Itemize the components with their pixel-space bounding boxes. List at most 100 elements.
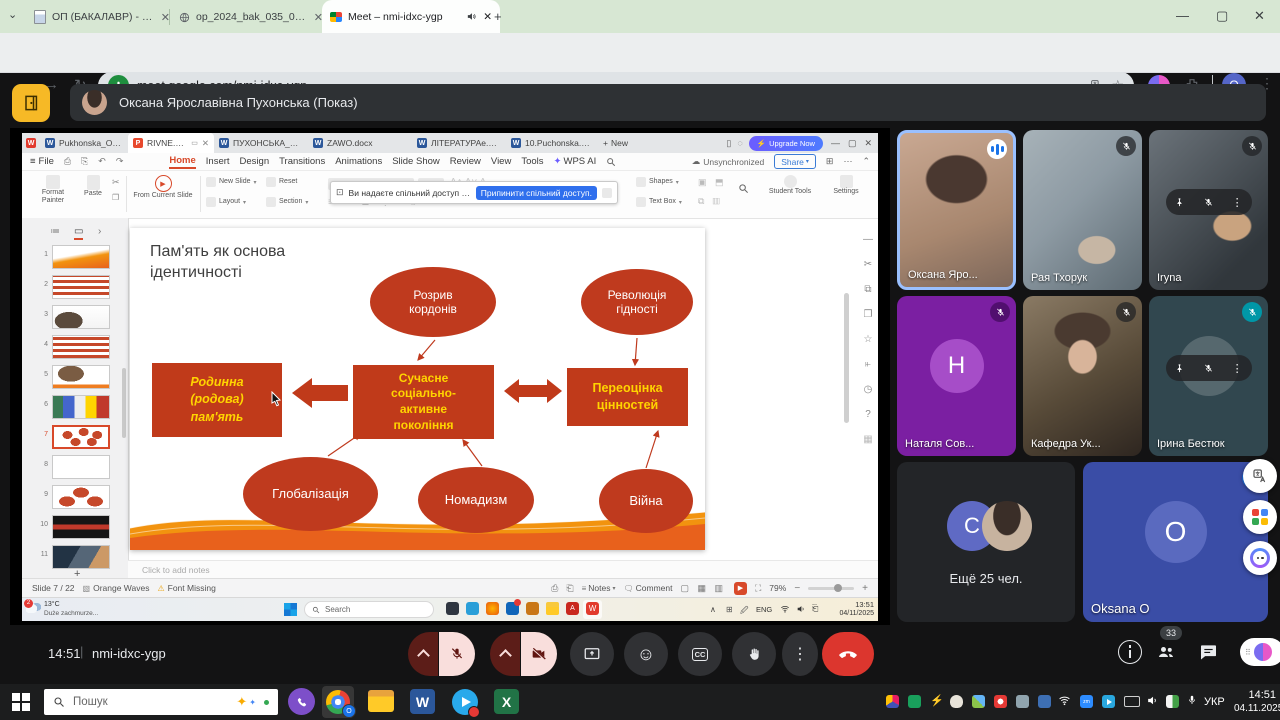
menu-review[interactable]: Review (450, 156, 481, 167)
door-exit-icon[interactable] (12, 84, 50, 122)
menu-home[interactable]: Home (169, 155, 195, 169)
font-missing-warning[interactable]: ⚠Font Missing (157, 583, 215, 593)
browser-tab-1[interactable]: ОП (БАКАЛАВР) - 2024 рік впр ✕ (28, 5, 178, 29)
history-icon[interactable]: ◷ (858, 384, 878, 395)
collapse-rail-icon[interactable]: — (858, 234, 878, 245)
float-translate-icon[interactable] (1243, 459, 1277, 493)
format-painter-button[interactable]: Format Painter (32, 175, 74, 205)
camera-options-chevron[interactable] (490, 632, 520, 676)
call-app-icon[interactable] (466, 602, 479, 615)
menu-tools[interactable]: Tools (521, 156, 543, 167)
camera-off-button[interactable] (521, 632, 557, 676)
tray-icon-green-shield[interactable] (908, 695, 921, 708)
voice-icon[interactable]: ◌ (737, 138, 742, 148)
slide-thumbnail-4[interactable] (52, 335, 110, 359)
from-current-slide-button[interactable]: ▶ From Current Slide (132, 175, 194, 200)
find-icon[interactable] (738, 183, 749, 194)
panes-icon[interactable]: ⊞ (826, 156, 834, 167)
new-document-tab[interactable]: +New (598, 133, 633, 153)
share-button[interactable]: Share▾ (774, 154, 816, 169)
animation-pane-icon[interactable]: ⧉ (858, 284, 878, 295)
slide-thumbnail-1[interactable] (52, 245, 110, 269)
mute-participant-icon[interactable] (1203, 197, 1214, 208)
tab-search-chevron-icon[interactable]: ⌄ (8, 8, 17, 21)
file-menu[interactable]: ≡File (30, 156, 54, 167)
panel-scrollbar[interactable] (122, 368, 126, 438)
doc-tab-6[interactable]: W10.Puchonska.docx (506, 133, 598, 153)
tile-oksana-o[interactable]: O Oksana O (1083, 462, 1268, 622)
tray-icon-colors[interactable] (886, 695, 899, 708)
window-close-button[interactable]: ✕ (1254, 8, 1265, 24)
tile-oksana-speaking[interactable]: Оксана Яро... (897, 130, 1016, 290)
present-screen-button[interactable] (570, 632, 614, 676)
tray-battery-icon[interactable] (1124, 696, 1140, 707)
meeting-info-icon[interactable] (1118, 640, 1142, 664)
notes-toggle[interactable]: ≡Notes▾ (582, 583, 616, 593)
start-button-inner[interactable] (284, 603, 297, 616)
file-explorer-icon[interactable] (368, 690, 394, 712)
tray-mic-icon[interactable] (1186, 693, 1198, 707)
new-tab-button[interactable]: + (494, 9, 502, 24)
redo-icon[interactable]: ↷ (116, 156, 124, 167)
taskbar-clock[interactable]: 14:51 04.11.2025 (1234, 688, 1276, 715)
wps-close-button[interactable]: ✕ (864, 138, 872, 149)
print-icon[interactable]: ⎘ (81, 156, 88, 167)
stop-sharing-button[interactable]: Припинити спільний доступ. (476, 186, 597, 200)
tray-defender-icon[interactable] (1166, 695, 1179, 708)
pin-icon[interactable] (1174, 363, 1185, 374)
favorites-icon[interactable]: ☆ (858, 334, 878, 345)
zoom-slider[interactable] (808, 587, 854, 590)
menu-insert[interactable]: Insert (206, 156, 230, 167)
mic-muted-button[interactable] (439, 632, 475, 676)
menu-transitions[interactable]: Transitions (279, 156, 325, 167)
canvas-scrollbar[interactable] (844, 293, 849, 423)
tile-more-options-icon[interactable]: ⋮ (1232, 196, 1243, 209)
save-icon[interactable]: ⎙ (64, 156, 71, 167)
end-call-button[interactable] (822, 632, 874, 676)
raise-hand-button[interactable] (732, 632, 776, 676)
dark-app-icon[interactable] (446, 602, 459, 615)
tile-more-people[interactable]: C Ещё 25 чел. (897, 462, 1075, 622)
more-dots-icon[interactable]: ⋯ (843, 156, 852, 167)
menu-design[interactable]: Design (240, 156, 270, 167)
slide-thumbnail-10[interactable] (52, 515, 110, 539)
slides-view-icon[interactable]: ▭ (74, 226, 83, 240)
tile-kafedra[interactable]: Кафедра Ук... (1023, 296, 1142, 456)
window-maximize-button[interactable]: ▢ (1216, 8, 1228, 24)
inner-volume-icon[interactable] (796, 604, 806, 614)
wps-minimize-button[interactable]: — (831, 138, 840, 148)
spellcheck-icon[interactable]: ⎙ (551, 583, 558, 594)
section-button[interactable]: Section▾ (266, 197, 308, 207)
text-box-button[interactable]: Text Box▾ (636, 197, 682, 207)
notes-area[interactable]: Click to add notes (128, 560, 878, 578)
tile-natalya[interactable]: H Наталя Сов... (897, 296, 1016, 456)
extension-pill[interactable]: ⠿ (1240, 638, 1280, 666)
slide-thumbnail-5[interactable] (52, 365, 110, 389)
fit-slide-icon[interactable]: ⛶ (755, 583, 761, 594)
inner-search-box[interactable]: Search (304, 601, 434, 618)
tab-audio-icon[interactable] (466, 11, 477, 22)
browser-tab-2[interactable]: op_2024_bak_035_041_fr.pdf ✕ (173, 5, 331, 29)
tile-raya[interactable]: Рая Тхорук (1023, 130, 1142, 290)
doc-tab-3[interactable]: WПУХОНСЬКА_РУКОПИ... (214, 133, 308, 153)
reset-button[interactable]: Reset (266, 177, 297, 187)
tray-icon-gear[interactable] (1016, 695, 1029, 708)
slide-thumbnail-11[interactable] (52, 545, 110, 569)
chat-panel-icon[interactable] (1198, 642, 1219, 662)
firefox-icon[interactable] (486, 602, 499, 615)
help-icon[interactable]: ? (858, 409, 878, 420)
shapes-button[interactable]: Shapes▾ (636, 177, 679, 187)
tray-icon-cup[interactable] (950, 695, 963, 708)
slide-thumbnail-3[interactable] (52, 305, 110, 329)
paste-button[interactable]: Paste (78, 175, 108, 198)
view-mode-icons[interactable]: ▢ ▦ ▥ (680, 583, 726, 594)
collapse-notice-button[interactable] (602, 188, 612, 198)
float-apps-icon[interactable] (1243, 500, 1277, 534)
acrobat-icon[interactable]: A (566, 602, 579, 615)
copy-icon[interactable]: ❐ (112, 193, 119, 202)
doc-tab-4[interactable]: WZAWO.docx (308, 133, 384, 153)
properties-icon[interactable]: ⫦ (858, 359, 878, 370)
slide-thumbnail-2[interactable] (52, 275, 110, 299)
apps-grid-icon[interactable]: ▦ (858, 434, 878, 445)
layout-button[interactable]: Layout▾ (206, 197, 246, 207)
